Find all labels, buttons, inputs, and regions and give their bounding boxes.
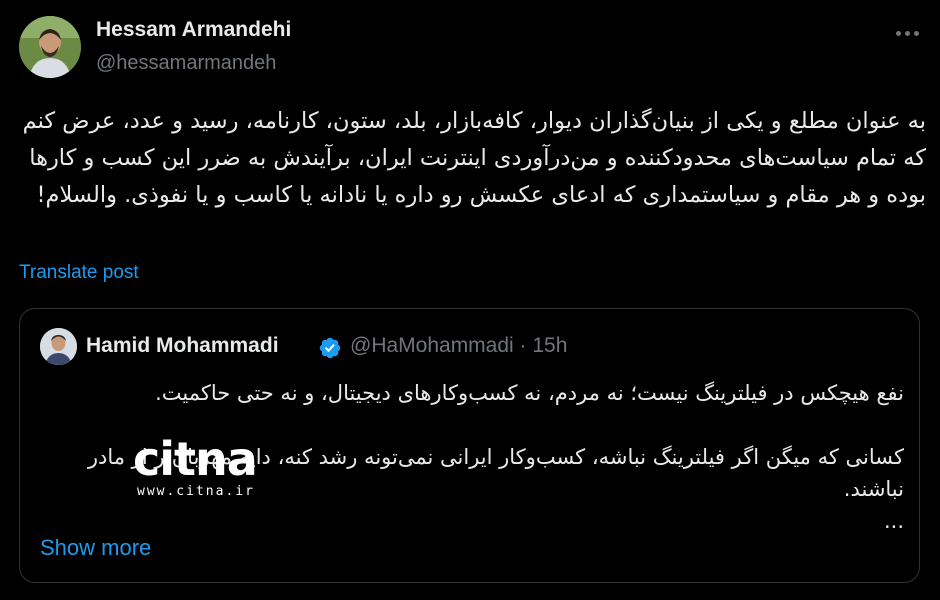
quoted-paragraph-1: نفع هیچکس در فیلترینگ نیست؛ نه مردم، نه … [155,381,904,405]
watermark: citna www.citna.ir [133,436,263,506]
more-dot [904,30,910,36]
more-dot [895,30,901,36]
show-more-link[interactable]: Show more [40,535,151,561]
tweet-text: به عنوان مطلع و یکی از بنیان‌گذاران دیوا… [22,108,926,208]
quoted-ellipsis: ... [883,509,904,533]
verified-badge-icon [319,337,341,359]
more-options-icon[interactable] [890,22,924,44]
watermark-logo: citna [133,432,258,486]
author-avatar[interactable] [19,16,81,78]
author-handle[interactable]: @hessamarmandeh [96,52,276,75]
translate-post-link[interactable]: Translate post [19,262,139,284]
quoted-author-handle-time[interactable]: @HaMohammadi · 15h [350,334,567,358]
quoted-author-avatar[interactable] [40,328,77,365]
quoted-author-name[interactable]: Hamid Mohammadi [86,334,279,358]
watermark-url: www.citna.ir [137,484,255,499]
more-dot [913,30,919,36]
author-name[interactable]: Hessam Armandehi [96,18,291,42]
